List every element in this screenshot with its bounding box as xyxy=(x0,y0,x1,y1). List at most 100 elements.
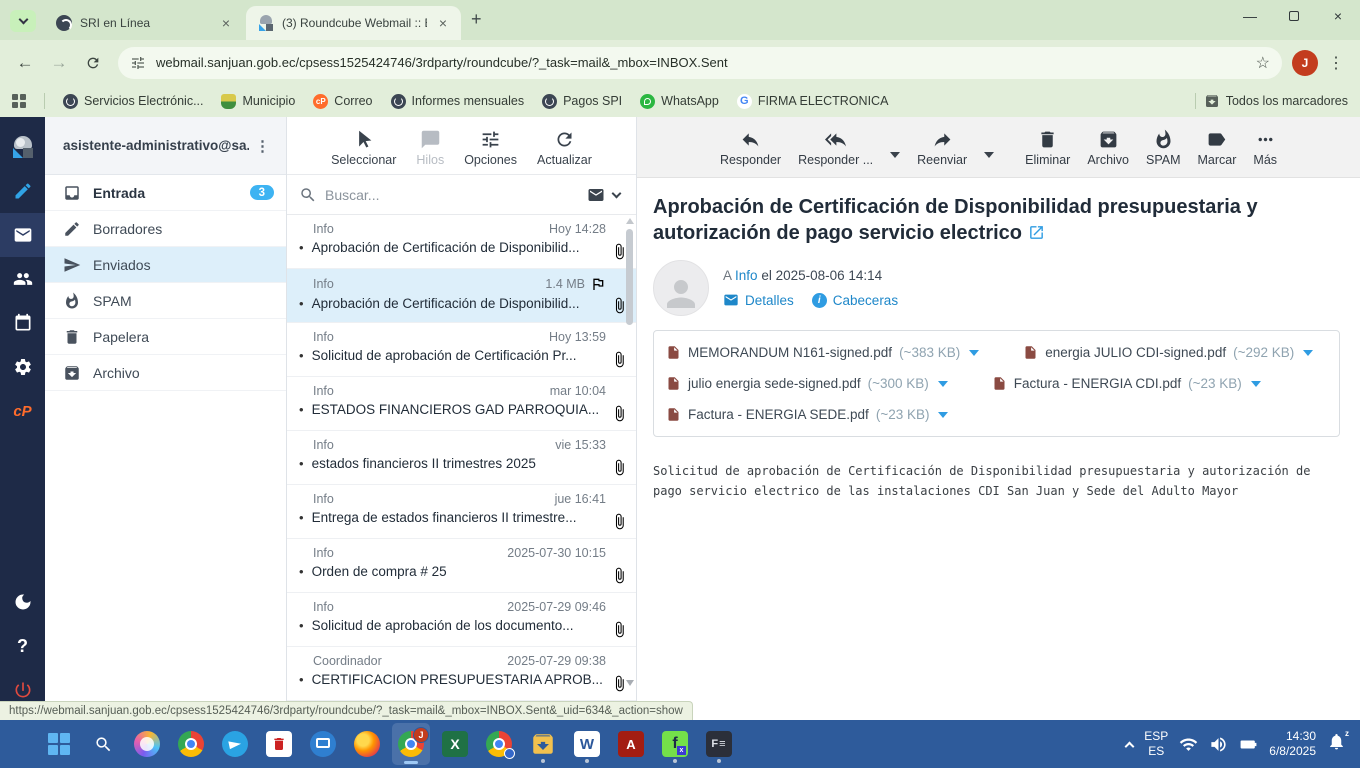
message-row[interactable]: Coordinador 2025-07-29 09:38 CERTIFICACI… xyxy=(287,647,636,701)
tab-search-button[interactable] xyxy=(10,10,36,32)
delete-button[interactable]: Eliminar xyxy=(1025,129,1070,167)
scroll-down-icon[interactable] xyxy=(626,680,634,686)
folder-entrada[interactable]: Entrada 3 xyxy=(45,175,286,211)
search-input[interactable] xyxy=(325,186,579,203)
external-link-icon[interactable] xyxy=(1028,224,1045,241)
close-window-button[interactable]: × xyxy=(1316,0,1360,32)
list-scrollbar[interactable] xyxy=(625,215,635,704)
attachment[interactable]: Factura - ENERGIA SEDE.pdf (~23 KB) xyxy=(666,401,949,428)
firma-app-button[interactable]: fx xyxy=(656,723,694,765)
details-link[interactable]: Detalles xyxy=(723,292,794,308)
recipient-link[interactable]: Info xyxy=(735,268,758,283)
attachment-menu-caret-icon[interactable] xyxy=(1250,380,1261,387)
chrome-profile-button[interactable]: J xyxy=(392,723,430,765)
tab-sri[interactable]: SRI en Línea × xyxy=(44,6,244,40)
folder-enviados[interactable]: Enviados xyxy=(45,247,286,283)
scope-envelope-icon[interactable] xyxy=(587,186,605,204)
reply-all-button[interactable]: Responder ... xyxy=(798,129,873,167)
nav-calendar[interactable] xyxy=(0,301,45,345)
threads-button[interactable]: Hilos xyxy=(416,129,444,167)
tray-expand-icon[interactable] xyxy=(1124,741,1135,751)
account-menu-icon[interactable]: ⋮ xyxy=(249,137,276,155)
start-button[interactable] xyxy=(40,723,78,765)
attachment-menu-caret-icon[interactable] xyxy=(937,380,948,387)
tab-close-icon[interactable]: × xyxy=(435,14,451,32)
url-text[interactable]: webmail.sanjuan.gob.ec/cpsess1525424746/… xyxy=(156,55,1246,70)
new-tab-button[interactable]: + xyxy=(471,9,482,30)
account-header[interactable]: asistente-administrativo@sa... ⋮ xyxy=(45,117,286,175)
bookmark-municipio[interactable]: Municipio xyxy=(221,93,295,109)
file-explorer-button[interactable] xyxy=(524,723,562,765)
archive-button[interactable]: Archivo xyxy=(1087,129,1129,167)
attachment-menu-caret-icon[interactable] xyxy=(1303,349,1314,356)
bookmark-whatsapp[interactable]: WhatsApp xyxy=(640,93,719,109)
forward-button[interactable]: → xyxy=(44,48,74,78)
bookmark-correo[interactable]: Correo xyxy=(313,93,373,109)
language-indicator[interactable]: ESP ES xyxy=(1144,729,1168,759)
dark-mode-button[interactable] xyxy=(0,580,45,624)
attachment[interactable]: MEMORANDUM N161-signed.pdf (~383 KB) xyxy=(666,339,980,366)
attachment-name[interactable]: Factura - ENERGIA SEDE.pdf xyxy=(688,407,869,422)
nav-mail[interactable] xyxy=(0,213,45,257)
bookmark-star-icon[interactable]: ☆ xyxy=(1256,53,1270,73)
address-bar[interactable]: webmail.sanjuan.gob.ec/cpsess1525424746/… xyxy=(118,46,1282,79)
compose-button[interactable] xyxy=(0,169,45,213)
maximize-button[interactable] xyxy=(1272,0,1316,32)
search-options-chevron-icon[interactable] xyxy=(611,188,622,198)
profile-avatar[interactable]: J xyxy=(1292,49,1318,76)
apps-grid-icon[interactable] xyxy=(12,94,26,108)
attachment-name[interactable]: MEMORANDUM N161-signed.pdf xyxy=(688,345,892,360)
word-button[interactable]: W xyxy=(568,723,606,765)
tab-roundcube[interactable]: (3) Roundcube Webmail :: Envia × xyxy=(246,6,461,40)
taskbar-search-button[interactable] xyxy=(84,723,122,765)
minimize-button[interactable]: — xyxy=(1228,0,1272,32)
fe-app-button[interactable]: F≡ xyxy=(700,723,738,765)
message-row[interactable]: Info 1.4 MB Aprobación de Certificación … xyxy=(287,269,636,323)
more-button[interactable]: Más xyxy=(1253,129,1277,167)
reply-button[interactable]: Responder xyxy=(720,129,781,167)
attachment[interactable]: julio energia sede-signed.pdf (~300 KB) xyxy=(666,370,948,397)
attachment-menu-caret-icon[interactable] xyxy=(938,411,949,418)
attachment-name[interactable]: julio energia sede-signed.pdf xyxy=(688,376,861,391)
site-settings-icon[interactable] xyxy=(130,55,146,71)
folder-archivo[interactable]: Archivo xyxy=(45,355,286,391)
folder-borradores[interactable]: Borradores xyxy=(45,211,286,247)
options-button[interactable]: Opciones xyxy=(464,129,517,167)
copilot-button[interactable] xyxy=(128,723,166,765)
wifi-icon[interactable] xyxy=(1179,735,1198,754)
message-row[interactable]: Info vie 15:33 estados financieros II tr… xyxy=(287,431,636,485)
firefox-button[interactable] xyxy=(348,723,386,765)
select-button[interactable]: Seleccionar xyxy=(331,129,396,167)
nav-contacts[interactable] xyxy=(0,257,45,301)
message-row[interactable]: Info 2025-07-30 10:15 Orden de compra # … xyxy=(287,539,636,593)
scroll-up-icon[interactable] xyxy=(626,218,634,224)
battery-icon[interactable] xyxy=(1239,735,1258,754)
folder-papelera[interactable]: Papelera xyxy=(45,319,286,355)
message-row[interactable]: Info mar 10:04 ESTADOS FINANCIEROS GAD P… xyxy=(287,377,636,431)
refresh-button[interactable]: Actualizar xyxy=(537,129,592,167)
tab-close-icon[interactable]: × xyxy=(218,14,234,32)
recycle-bin-button[interactable] xyxy=(260,723,298,765)
message-row[interactable]: Info Hoy 13:59 Solicitud de aprobación d… xyxy=(287,323,636,377)
nav-settings[interactable] xyxy=(0,345,45,389)
notification-bell[interactable]: z xyxy=(1327,729,1349,756)
back-button[interactable]: ← xyxy=(10,48,40,78)
spam-button[interactable]: SPAM xyxy=(1146,129,1181,167)
chrome-button[interactable] xyxy=(172,723,210,765)
folder-spam[interactable]: SPAM xyxy=(45,283,286,319)
remote-desktop-button[interactable] xyxy=(304,723,342,765)
attachment-name[interactable]: energia JULIO CDI-signed.pdf xyxy=(1045,345,1226,360)
mark-button[interactable]: Marcar xyxy=(1198,129,1236,167)
forward-caret-icon[interactable] xyxy=(984,152,995,158)
bookmark-pagos[interactable]: Pagos SPI xyxy=(542,93,622,109)
browser-menu-icon[interactable]: ⋮ xyxy=(1322,53,1350,73)
help-button[interactable]: ? xyxy=(0,624,45,668)
attachment[interactable]: energia JULIO CDI-signed.pdf (~292 KB) xyxy=(1023,339,1314,366)
reload-button[interactable] xyxy=(78,48,108,78)
bookmark-servicios[interactable]: Servicios Electrónic... xyxy=(63,93,203,109)
scrollbar-thumb[interactable] xyxy=(626,229,633,325)
all-bookmarks-button[interactable]: Todos los marcadores xyxy=(1204,93,1348,109)
attachment-name[interactable]: Factura - ENERGIA CDI.pdf xyxy=(1014,376,1181,391)
message-row[interactable]: Info Hoy 14:28 Aprobación de Certificaci… xyxy=(287,215,636,269)
forward-button[interactable]: Reenviar xyxy=(917,129,967,167)
